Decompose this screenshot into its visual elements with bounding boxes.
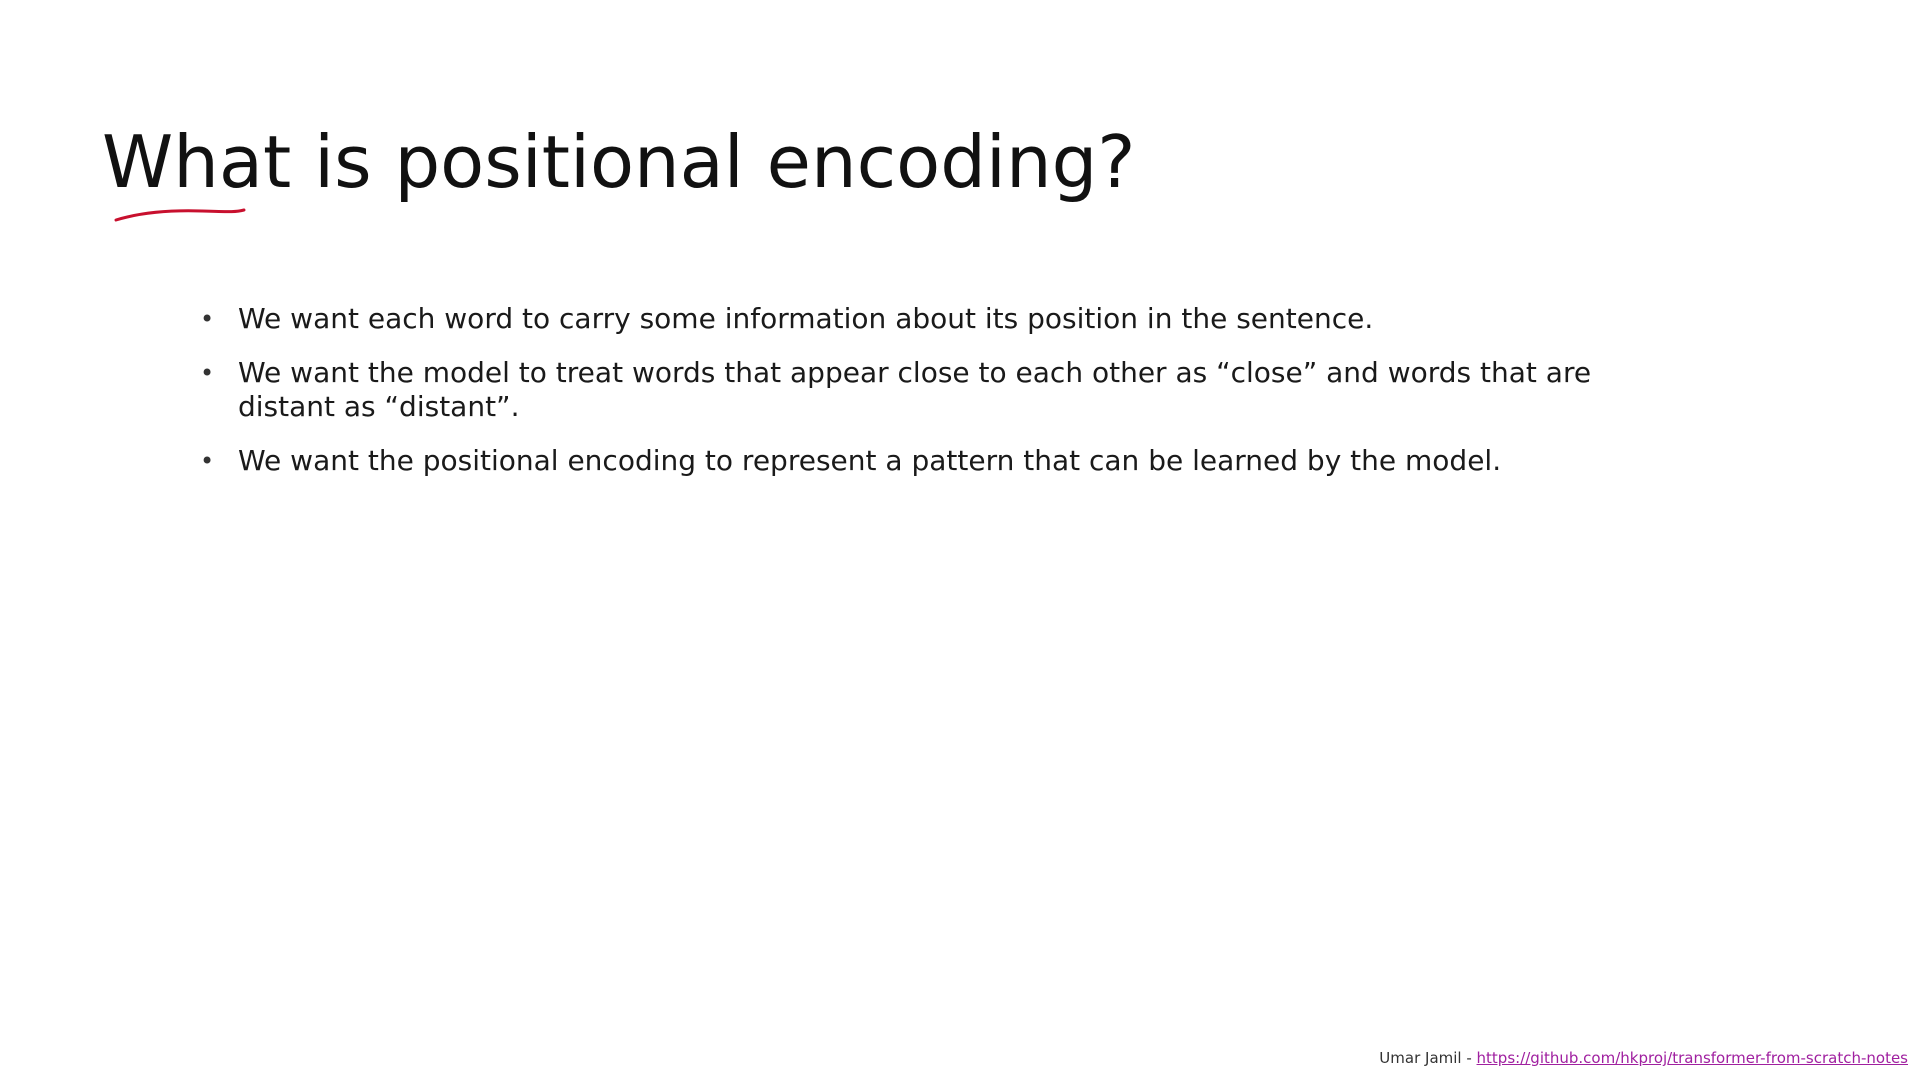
bullet-text: We want the model to treat words that ap… [238, 356, 1592, 423]
footer-github-link[interactable]: https://github.com/hkproj/transformer-fr… [1477, 1049, 1908, 1067]
bullet-dot-icon: • [200, 359, 215, 387]
bullet-dot-icon: • [200, 447, 215, 475]
bullet-item: • We want the model to treat words that … [200, 356, 1660, 424]
bullet-dot-icon: • [200, 305, 215, 333]
slide: What is positional encoding? • We want e… [0, 0, 1920, 1080]
footer-credit: Umar Jamil - https://github.com/hkproj/t… [1379, 1048, 1908, 1068]
bullet-item: • We want the positional encoding to rep… [200, 444, 1660, 478]
slide-title: What is positional encoding? [102, 120, 1136, 204]
bullet-item: • We want each word to carry some inform… [200, 302, 1660, 336]
footer-author: Umar Jamil - [1379, 1049, 1477, 1067]
bullet-text: We want each word to carry some informat… [238, 302, 1374, 335]
bullet-list: • We want each word to carry some inform… [200, 302, 1660, 498]
bullet-text: We want the positional encoding to repre… [238, 444, 1502, 477]
handwritten-underline-annotation [114, 208, 246, 222]
